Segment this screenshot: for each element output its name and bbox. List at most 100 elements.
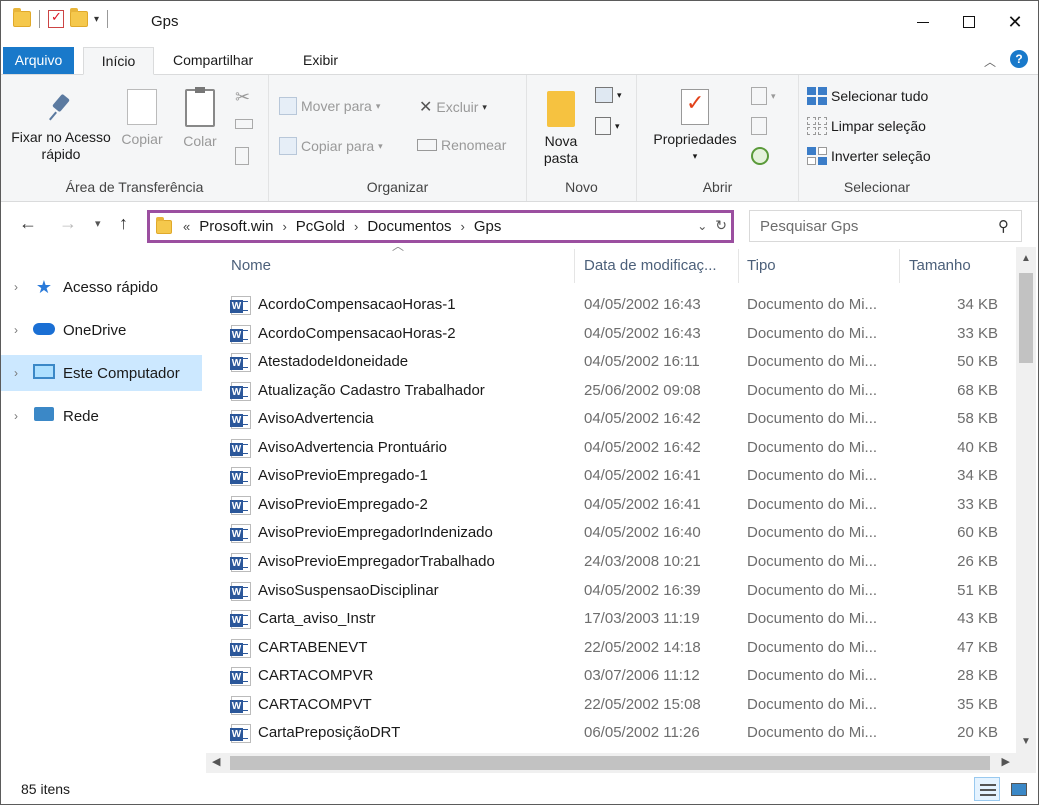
properties-quick-icon[interactable] — [48, 9, 64, 28]
horizontal-scrollbar[interactable]: ◀ ▶ — [206, 753, 1016, 773]
file-row[interactable]: CARTABENEVT 22/05/2002 14:18 Documento do … — [206, 634, 1016, 662]
vertical-scroll-thumb[interactable] — [1019, 273, 1033, 363]
expand-chevron-icon[interactable]: › — [1, 409, 31, 423]
customize-toolbar-dropdown-icon[interactable]: ▾ — [94, 14, 99, 25]
word-document-icon — [230, 495, 251, 515]
large-icons-view-button[interactable] — [1005, 777, 1031, 801]
file-row[interactable]: CARTACOMPVR 03/07/2006 11:12 Documento do … — [206, 662, 1016, 690]
expand-chevron-icon[interactable]: › — [1, 323, 31, 337]
pin-quick-access-button[interactable]: Fixar no Acesso rápido — [9, 93, 113, 163]
column-header-size[interactable]: Tamanho — [909, 247, 1009, 285]
tab-file[interactable]: Arquivo — [3, 47, 74, 75]
copy-to-button[interactable]: Copiar para ▾ — [279, 137, 383, 155]
breadcrumb-overflow[interactable]: « — [183, 219, 190, 234]
new-folder-button[interactable]: Nova pasta — [537, 91, 585, 167]
refresh-icon[interactable]: ↻ — [715, 217, 727, 234]
select-none-button[interactable]: Limpar seleção — [807, 117, 926, 135]
maximize-button[interactable] — [946, 1, 992, 43]
copy-button[interactable]: Copiar — [115, 89, 169, 148]
minimize-button[interactable] — [900, 1, 946, 43]
up-arrow-icon[interactable]: ↑ — [119, 213, 128, 234]
easy-access-button[interactable]: ▾ — [595, 117, 620, 135]
delete-button[interactable]: ✕ Excluir ▾ — [419, 97, 487, 117]
recent-locations-chevron-icon[interactable]: ▾ — [95, 217, 101, 230]
breadcrumb-item[interactable]: Gps — [474, 218, 502, 235]
file-row[interactable]: AvisoPrevioEmpregado-2 04/05/2002 16:41 Do… — [206, 491, 1016, 519]
collapse-ribbon-icon[interactable]: ︿ — [984, 53, 996, 70]
copy-path-button[interactable] — [235, 119, 253, 129]
file-size: 40 KB — [957, 438, 998, 456]
scroll-left-icon[interactable]: ◀ — [212, 755, 220, 768]
search-input[interactable]: Pesquisar Gps ⚲ — [749, 210, 1022, 242]
tab-view[interactable]: Exibir — [291, 47, 350, 75]
file-row[interactable]: AvisoPrevioEmpregadorTrabalhado 24/03/200… — [206, 548, 1016, 576]
search-icon[interactable]: ⚲ — [998, 217, 1009, 235]
file-row[interactable]: Atualização Cadastro Trabalhador 25/06/20… — [206, 377, 1016, 405]
scroll-down-icon[interactable]: ▼ — [1016, 736, 1036, 747]
expand-chevron-icon[interactable]: › — [1, 366, 31, 380]
word-document-icon — [230, 381, 251, 401]
file-row[interactable]: AtestadodeIdoneidade 04/05/2002 16:11 Docu… — [206, 348, 1016, 376]
back-arrow-icon[interactable]: ← — [19, 213, 37, 234]
help-icon[interactable]: ? — [1010, 50, 1028, 68]
forward-arrow-icon[interactable]: → — [59, 213, 77, 234]
edit-button[interactable] — [751, 117, 767, 135]
tab-share[interactable]: Compartilhar — [161, 47, 265, 75]
select-all-button[interactable]: Selecionar tudo — [807, 87, 928, 105]
details-view-button[interactable] — [974, 777, 1000, 801]
close-button[interactable]: ✕ — [992, 1, 1038, 43]
column-header-type[interactable]: Tipo — [747, 247, 897, 285]
nav-item-quick-access[interactable]: › ★ Acesso rápido — [1, 269, 202, 305]
chevron-right-icon[interactable]: › — [282, 219, 286, 234]
chevron-right-icon[interactable]: › — [461, 219, 465, 234]
file-row[interactable]: AcordoCompensacaoHoras-1 04/05/2002 16:43… — [206, 291, 1016, 319]
cut-button[interactable]: ✂ — [235, 87, 250, 108]
chevron-down-icon[interactable]: ⌄ — [697, 219, 707, 233]
column-header-date[interactable]: Data de modificaç... — [584, 247, 736, 285]
file-row[interactable]: AvisoAdvertencia 04/05/2002 16:42 Document… — [206, 405, 1016, 433]
file-row[interactable]: AvisoPrevioEmpregadorIndenizado 04/05/200… — [206, 519, 1016, 547]
column-divider[interactable] — [574, 249, 575, 283]
tab-home[interactable]: Início — [83, 47, 154, 75]
column-divider[interactable] — [899, 249, 900, 283]
properties-button[interactable]: Propriedades ▾ — [645, 89, 745, 165]
file-type: Documento do Mi... — [747, 353, 878, 371]
column-divider[interactable] — [738, 249, 739, 283]
file-row[interactable]: AvisoAdvertencia Prontuário 04/05/2002 16… — [206, 434, 1016, 462]
nav-item-this-pc[interactable]: › Este Computador — [1, 355, 202, 391]
file-row[interactable]: AvisoPrevioEmpregado-1 04/05/2002 16:41 Do… — [206, 462, 1016, 490]
file-row[interactable]: AvisoSuspensaoDisciplinar 04/05/2002 16:3… — [206, 577, 1016, 605]
file-size: 43 KB — [957, 610, 998, 628]
paste-button[interactable]: Colar — [175, 87, 225, 150]
file-row[interactable]: CartaPreposiçãoDRT 06/05/2002 11:26 Docume… — [206, 719, 1016, 747]
file-row[interactable]: AcordoCompensacaoHoras-2 04/05/2002 16:43… — [206, 320, 1016, 348]
scroll-up-icon[interactable]: ▲ — [1016, 253, 1036, 264]
new-folder-quick-icon[interactable] — [70, 8, 88, 27]
breadcrumb-item[interactable]: PcGold — [296, 218, 345, 235]
open-button[interactable]: ▾ — [751, 87, 776, 105]
scroll-right-icon[interactable]: ▶ — [1002, 755, 1010, 768]
rename-button[interactable]: Renomear — [417, 137, 506, 153]
nav-item-onedrive[interactable]: › OneDrive — [1, 312, 202, 348]
paste-shortcut-button[interactable] — [235, 147, 249, 165]
file-row[interactable]: CARTACOMPVT 22/05/2002 15:08 Documento do … — [206, 691, 1016, 719]
breadcrumb-item[interactable]: Prosoft.win — [199, 218, 273, 235]
move-to-button[interactable]: Mover para ▾ — [279, 97, 380, 115]
history-button[interactable] — [751, 147, 769, 165]
invert-selection-button[interactable]: Inverter seleção — [807, 147, 931, 165]
file-row[interactable]: Carta_aviso_Instr 17/03/2003 11:19 Documen… — [206, 605, 1016, 633]
vertical-scrollbar[interactable]: ▲ ▼ — [1016, 247, 1036, 753]
file-name: AvisoPrevioEmpregado-1 — [258, 467, 428, 485]
horizontal-scroll-thumb[interactable] — [230, 756, 990, 770]
file-size: 34 KB — [957, 467, 998, 485]
column-header-name[interactable]: Nome — [231, 247, 571, 285]
new-item-button[interactable]: ▾ — [595, 87, 622, 103]
address-bar[interactable]: « Prosoft.win › PcGold › Documentos › Gp… — [147, 210, 734, 243]
expand-chevron-icon[interactable]: › — [1, 280, 31, 294]
window-controls: ✕ — [900, 1, 1038, 43]
file-date: 04/05/2002 16:40 — [584, 524, 701, 542]
nav-item-network[interactable]: › Rede — [1, 398, 202, 434]
breadcrumb-item[interactable]: Documentos — [367, 218, 451, 235]
chevron-right-icon[interactable]: › — [354, 219, 358, 234]
file-type: Documento do Mi... — [747, 610, 878, 628]
